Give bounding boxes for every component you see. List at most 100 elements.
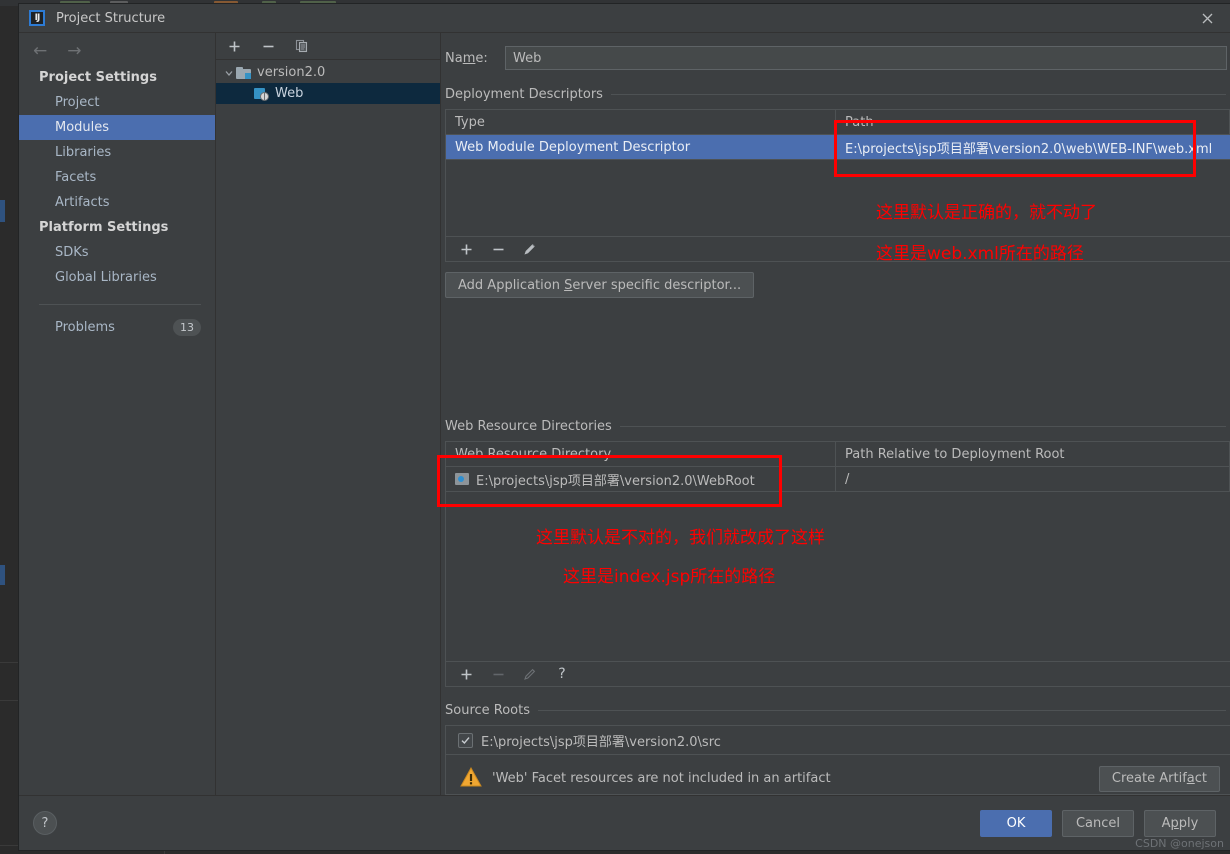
btn-label-after: ct: [1194, 771, 1207, 786]
warning-icon: [460, 766, 482, 791]
remove-module-button[interactable]: [258, 36, 278, 56]
btn-label-after: ply: [1178, 815, 1199, 831]
close-icon: [1202, 13, 1213, 23]
cell-type: Web Module Deployment Descriptor: [446, 135, 836, 159]
btn-label-before: Create Artif: [1111, 771, 1187, 786]
table-header: Web Resource Directory Path Relative to …: [446, 442, 1230, 467]
dialog-body: ← → Project Settings Project Modules Lib…: [19, 32, 1230, 795]
source-roots-list: E:\projects\jsp项目部署\version2.0\src 'Web'…: [445, 725, 1230, 795]
add-application-server-descriptor-button[interactable]: Add Application Server specific descript…: [445, 272, 755, 298]
sidebar-nav-arrows: ← →: [19, 37, 215, 65]
cell-directory-text: E:\projects\jsp项目部署\version2.0\WebRoot: [476, 473, 755, 489]
name-label-mnemonic: m: [462, 50, 476, 66]
folder-icon: [236, 66, 251, 79]
section-rule: [619, 426, 1226, 427]
help-web-resource-button[interactable]: ?: [554, 666, 570, 682]
section-rule: [538, 710, 1226, 711]
name-label-before: Na: [445, 50, 463, 66]
remove-web-resource-button: [490, 666, 506, 682]
dialog-footer: ? OK Cancel Apply: [19, 795, 1230, 850]
copy-icon: [295, 39, 308, 53]
btn-label-after: erver specific descriptor...: [572, 277, 742, 293]
table-row[interactable]: Web Module Deployment Descriptor E:\proj…: [446, 135, 1230, 159]
project-structure-dialog: IJ Project Structure ← → Project Setting…: [19, 4, 1230, 850]
sidebar-item-global-libraries[interactable]: Global Libraries: [19, 265, 215, 290]
add-web-resource-button[interactable]: [458, 666, 474, 682]
module-tree-toolbar: [216, 33, 440, 60]
tree-node-web[interactable]: Web: [216, 83, 440, 104]
table-header: Type Path: [446, 110, 1230, 135]
pencil-icon: [524, 668, 536, 680]
module-tree-list: version2.0 Web: [216, 60, 440, 795]
sidebar-item-modules[interactable]: Modules: [19, 115, 215, 140]
name-input[interactable]: [505, 46, 1227, 70]
add-server-descriptor-row: Add Application Server specific descript…: [445, 272, 1230, 298]
close-button[interactable]: [1185, 4, 1230, 32]
settings-sidebar: ← → Project Settings Project Modules Lib…: [19, 33, 216, 795]
remove-descriptor-button[interactable]: [490, 241, 506, 257]
cancel-button[interactable]: Cancel: [1062, 809, 1134, 837]
cell-directory: E:\projects\jsp项目部署\version2.0\WebRoot: [446, 467, 836, 491]
deployment-descriptors-table: Type Path Web Module Deployment Descript…: [445, 109, 1230, 237]
web-resource-directories-table: Web Resource Directory Path Relative to …: [445, 441, 1230, 662]
deployment-descriptors-toolbar: [445, 237, 1230, 262]
sidebar-item-project[interactable]: Project: [19, 90, 215, 115]
intellij-logo-icon: IJ: [29, 10, 45, 26]
create-artifact-button[interactable]: Create Artifact: [1098, 765, 1220, 792]
back-arrow-icon[interactable]: ←: [33, 42, 47, 60]
source-roots-title: Source Roots: [445, 703, 1230, 718]
apply-button[interactable]: Apply: [1144, 809, 1216, 837]
sidebar-item-problems[interactable]: Problems 13: [19, 315, 215, 340]
name-label: Name:: [445, 51, 497, 66]
pencil-icon: [524, 244, 535, 255]
ok-button[interactable]: OK: [980, 809, 1052, 837]
btn-label-before: Add Application: [458, 277, 565, 293]
sidebar-item-label: Problems: [55, 320, 115, 335]
tree-node-label: Web: [275, 86, 304, 101]
sidebar-item-artifacts[interactable]: Artifacts: [19, 190, 215, 215]
sidebar-group-platform-settings: Platform Settings: [39, 220, 169, 235]
minus-icon: [493, 673, 503, 675]
source-root-item[interactable]: E:\projects\jsp项目部署\version2.0\src: [446, 726, 1230, 754]
facet-settings-panel: Name: Deployment Descriptors Type Path W…: [441, 33, 1230, 795]
cell-path: E:\projects\jsp项目部署\version2.0\web\WEB-I…: [836, 135, 1230, 159]
ide-left-marker: [0, 565, 5, 585]
sidebar-item-sdks[interactable]: SDKs: [19, 240, 215, 265]
web-resource-directories-title: Web Resource Directories: [445, 419, 1230, 434]
btn-label-before: A: [1161, 815, 1171, 831]
source-root-label: E:\projects\jsp项目部署\version2.0\src: [481, 734, 721, 750]
sidebar-group-project-settings: Project Settings: [39, 70, 157, 85]
copy-module-button[interactable]: [292, 36, 312, 56]
column-header-path[interactable]: Path: [836, 110, 1230, 134]
tree-node-version20[interactable]: version2.0: [216, 62, 440, 83]
forward-arrow-icon[interactable]: →: [67, 42, 81, 60]
minus-icon: [493, 248, 503, 250]
column-header-relative-path[interactable]: Path Relative to Deployment Root: [836, 442, 1230, 466]
section-label: Source Roots: [445, 703, 531, 718]
module-tree-pane: version2.0 Web: [216, 33, 441, 795]
web-resource-directories-toolbar: ?: [445, 662, 1230, 687]
column-header-web-resource-directory[interactable]: Web Resource Directory: [446, 442, 836, 466]
sidebar-item-libraries[interactable]: Libraries: [19, 140, 215, 165]
table-empty-space: [446, 159, 1230, 236]
sidebar-item-facets[interactable]: Facets: [19, 165, 215, 190]
add-descriptor-button[interactable]: [458, 241, 474, 257]
deployment-descriptors-title: Deployment Descriptors: [445, 87, 1230, 102]
help-button[interactable]: ?: [33, 811, 57, 835]
tree-node-label: version2.0: [257, 65, 326, 80]
chevron-down-icon[interactable]: [222, 68, 236, 78]
cell-relative-path: /: [836, 467, 1230, 491]
source-root-checkbox[interactable]: [458, 732, 473, 748]
dialog-titlebar: IJ Project Structure: [19, 4, 1230, 32]
edit-descriptor-button[interactable]: [522, 241, 538, 257]
add-module-button[interactable]: [224, 36, 244, 56]
table-empty-space: [446, 491, 1230, 661]
problems-count-badge: 13: [173, 319, 201, 336]
plus-icon: [461, 244, 471, 254]
table-row[interactable]: E:\projects\jsp项目部署\version2.0\WebRoot /: [446, 467, 1230, 491]
section-label: Web Resource Directories: [445, 419, 612, 434]
btn-label-mnemonic: p: [1170, 815, 1179, 831]
column-header-type[interactable]: Type: [446, 110, 836, 134]
section-rule: [610, 94, 1226, 95]
edit-web-resource-button: [522, 666, 538, 682]
